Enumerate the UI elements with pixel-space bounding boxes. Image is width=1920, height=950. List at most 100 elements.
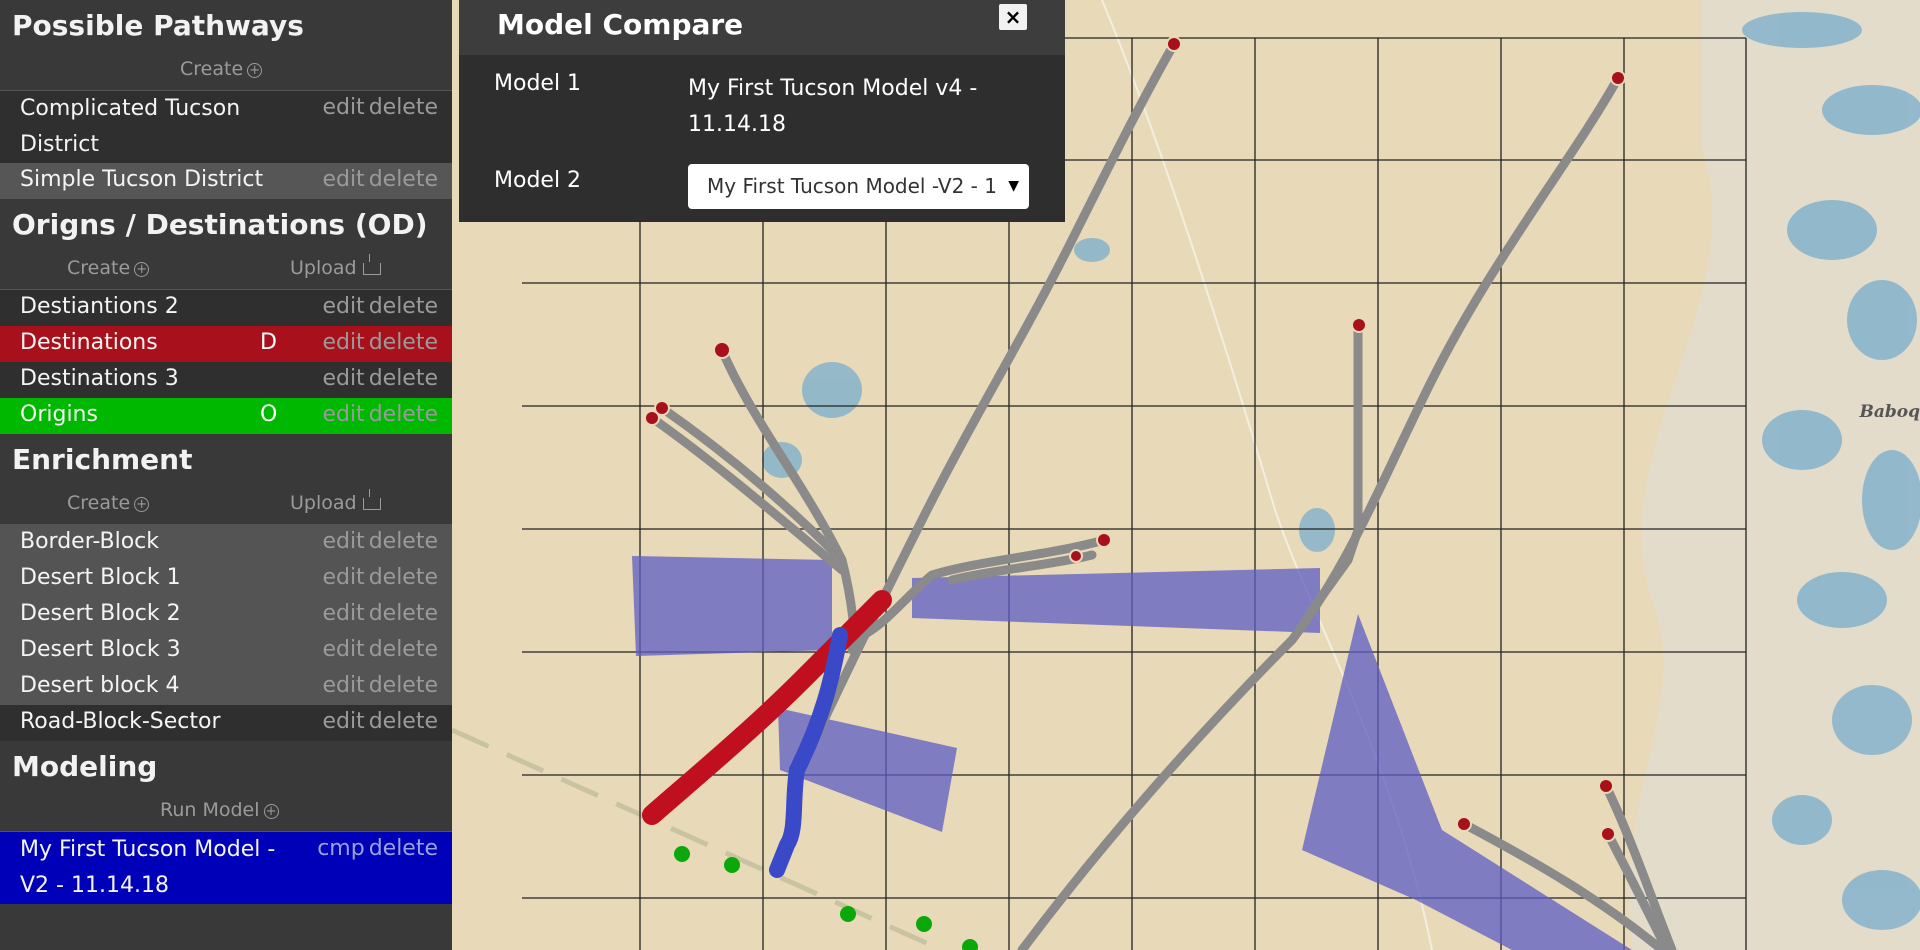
dropdown-caret-icon: ▼ (1008, 178, 1019, 194)
compare-title: Model Compare (497, 8, 744, 41)
enrichment-label: Road-Block-Sector (20, 709, 221, 734)
pathway-label: Complicated Tucson District (20, 96, 241, 157)
delete-button[interactable]: delete (369, 402, 438, 427)
edit-button[interactable]: edit (322, 601, 364, 626)
list-item-model[interactable]: My First Tucson Model -V2 - 11.14.18 cmp… (0, 832, 452, 904)
delete-button[interactable]: delete (369, 836, 438, 861)
list-item-enrichment[interactable]: Desert block 4 edit delete (0, 669, 452, 705)
list-item-enrichment[interactable]: Border-Block edit delete (0, 525, 452, 561)
edit-button[interactable]: edit (322, 673, 364, 698)
item-controls: edit delete (318, 366, 438, 391)
od-code-badge: O (260, 402, 278, 427)
run-model-button[interactable]: Run Model + (160, 799, 279, 821)
item-controls: edit delete (318, 294, 438, 319)
upload-icon (362, 489, 381, 510)
edit-button[interactable]: edit (322, 167, 364, 192)
run-model-label: Run Model (160, 799, 260, 821)
edit-button[interactable]: edit (322, 565, 364, 590)
pathway-label: Simple Tucson District (20, 167, 264, 192)
delete-button[interactable]: delete (369, 529, 438, 554)
compare-button[interactable]: cmp (317, 836, 365, 861)
od-upload-button[interactable]: Upload (290, 254, 381, 279)
od-label: Destinations (20, 330, 158, 355)
model1-label: Model 1 (494, 71, 582, 96)
plus-circle-icon: + (134, 262, 150, 277)
model-label: My First Tucson Model -V2 - 11.14.18 (20, 837, 276, 898)
delete-button[interactable]: delete (369, 294, 438, 319)
enrichment-upload-button[interactable]: Upload (290, 489, 381, 514)
od-title: Origns / Destinations (OD) (12, 208, 428, 241)
item-controls: edit delete (318, 529, 438, 554)
item-controls: edit delete (318, 709, 438, 734)
delete-button[interactable]: delete (369, 601, 438, 626)
upload-label: Upload (290, 257, 357, 279)
od-label: Destiantions 2 (20, 294, 179, 319)
list-item-od[interactable]: Origins O edit delete (0, 398, 452, 434)
upload-icon (362, 254, 381, 275)
delete-button[interactable]: delete (369, 95, 438, 120)
list-item-pathway[interactable]: Complicated Tucson District edit delete (0, 91, 452, 163)
edit-button[interactable]: edit (322, 366, 364, 391)
enrichment-label: Desert Block 3 (20, 637, 181, 662)
map-place-label: Baboq (1859, 402, 1920, 422)
pathways-title: Possible Pathways (12, 9, 304, 42)
model2-label: Model 2 (494, 168, 582, 193)
delete-button[interactable]: delete (369, 565, 438, 590)
item-controls: edit delete (318, 673, 438, 698)
edit-button[interactable]: edit (322, 294, 364, 319)
item-controls: edit delete (318, 167, 438, 192)
sidebar: Possible Pathways Create + Complicated Tu… (0, 0, 452, 950)
model1-value: My First Tucson Model v4 - 11.14.18 (688, 76, 978, 137)
edit-button[interactable]: edit (322, 709, 364, 734)
item-controls: edit delete (318, 402, 438, 427)
edit-button[interactable]: edit (322, 402, 364, 427)
model2-selected-value: My First Tucson Model -V2 - 1 (707, 174, 997, 198)
pathways-create-button[interactable]: Create + (180, 58, 263, 80)
enrichment-label: Border-Block (20, 529, 160, 554)
close-icon[interactable]: × (999, 4, 1027, 30)
delete-button[interactable]: delete (369, 330, 438, 355)
create-label: Create (67, 492, 131, 514)
delete-button[interactable]: delete (369, 709, 438, 734)
list-item-enrichment[interactable]: Desert Block 1 edit delete (0, 561, 452, 597)
enrichment-label: Desert Block 2 (20, 601, 181, 626)
delete-button[interactable]: delete (369, 637, 438, 662)
enrichment-title: Enrichment (12, 443, 193, 476)
od-code-badge: D (260, 330, 277, 355)
item-controls: edit delete (318, 330, 438, 355)
od-create-button[interactable]: Create + (67, 257, 150, 279)
item-controls: edit delete (318, 565, 438, 590)
edit-button[interactable]: edit (322, 330, 364, 355)
edit-button[interactable]: edit (322, 637, 364, 662)
delete-button[interactable]: delete (369, 366, 438, 391)
list-item-od[interactable]: Destinations D edit delete (0, 326, 452, 362)
create-label: Create (67, 257, 131, 279)
item-controls: cmp delete (313, 836, 438, 861)
delete-button[interactable]: delete (369, 167, 438, 192)
edit-button[interactable]: edit (322, 529, 364, 554)
list-item-od[interactable]: Destinations 3 edit delete (0, 362, 452, 398)
enrichment-create-button[interactable]: Create + (67, 492, 150, 514)
create-label: Create (180, 58, 244, 80)
item-controls: edit delete (318, 601, 438, 626)
list-item-enrichment[interactable]: Road-Block-Sector edit delete (0, 705, 452, 741)
upload-label: Upload (290, 492, 357, 514)
pathways-actions: Create + (0, 48, 452, 91)
list-item-enrichment[interactable]: Desert Block 3 edit delete (0, 633, 452, 669)
list-item-enrichment[interactable]: Desert Block 2 edit delete (0, 597, 452, 633)
list-item-od[interactable]: Destiantions 2 edit delete (0, 290, 452, 326)
list-item-pathway[interactable]: Simple Tucson District edit delete (0, 163, 452, 199)
item-controls: edit delete (318, 637, 438, 662)
plus-circle-icon: + (247, 63, 263, 78)
model2-select[interactable]: My First Tucson Model -V2 - 1 ▼ (688, 164, 1029, 209)
delete-button[interactable]: delete (369, 673, 438, 698)
modeling-actions: Run Model + (0, 789, 452, 832)
item-controls: edit delete (318, 95, 438, 120)
od-label: Destinations 3 (20, 366, 179, 391)
modeling-title: Modeling (12, 750, 158, 783)
od-actions: Create + Upload (0, 247, 452, 290)
enrichment-label: Desert Block 1 (20, 565, 181, 590)
plus-circle-icon: + (134, 497, 150, 512)
enrichment-label: Desert block 4 (20, 673, 180, 698)
edit-button[interactable]: edit (322, 95, 364, 120)
